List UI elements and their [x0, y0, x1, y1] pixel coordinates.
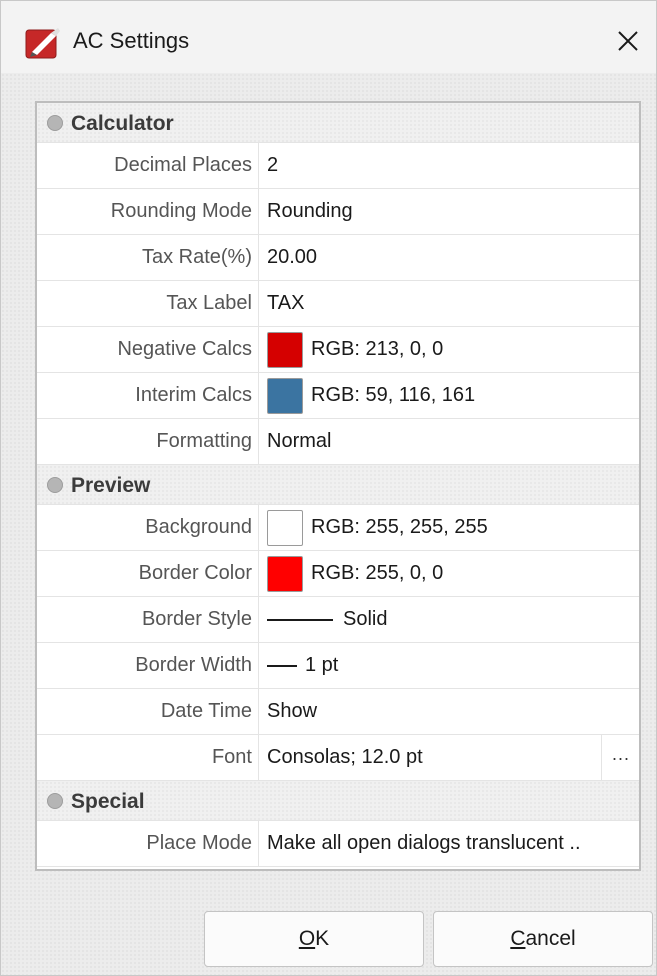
close-icon	[618, 31, 638, 51]
property-name: Border Width	[37, 643, 259, 688]
ok-button[interactable]: OK	[204, 911, 424, 967]
property-row-tax-rate[interactable]: Tax Rate(%) 20.00	[37, 235, 639, 281]
property-name: Background	[37, 505, 259, 550]
ac-settings-dialog: AC Settings Calculator Decimal Places 2 …	[0, 0, 657, 976]
property-value[interactable]: RGB: 59, 116, 161	[267, 373, 639, 418]
property-value[interactable]: Normal	[267, 419, 639, 464]
category-label: Calculator	[71, 112, 174, 135]
property-value[interactable]: RGB: 213, 0, 0	[267, 327, 639, 372]
font-browse-button[interactable]: ···	[601, 735, 639, 781]
color-value-text: RGB: 59, 116, 161	[311, 384, 476, 406]
property-value[interactable]: Make all open dialogs translucent ..	[267, 821, 639, 866]
property-value[interactable]: Rounding	[267, 189, 639, 234]
property-value[interactable]: Solid	[267, 597, 639, 642]
cancel-mnemonic: C	[510, 927, 526, 950]
dialog-body: Calculator Decimal Places 2 Rounding Mod…	[1, 73, 656, 975]
border-style-text: Solid	[343, 608, 388, 630]
property-name: Border Style	[37, 597, 259, 642]
category-label: Special	[71, 790, 145, 813]
property-value[interactable]: 2	[267, 143, 639, 188]
property-name: Tax Label	[37, 281, 259, 326]
property-name: Decimal Places	[37, 143, 259, 188]
border-width-text: 1 pt	[305, 654, 339, 676]
property-name: Tax Rate(%)	[37, 235, 259, 280]
category-collapse-icon[interactable]	[47, 477, 63, 493]
category-label: Preview	[71, 474, 151, 497]
property-row-place-mode[interactable]: Place Mode Make all open dialogs translu…	[37, 821, 639, 867]
dialog-title: AC Settings	[73, 28, 190, 53]
property-value[interactable]: RGB: 255, 255, 255	[267, 505, 639, 550]
pdf-editor-app-icon	[25, 27, 61, 59]
close-button[interactable]	[608, 21, 648, 61]
property-row-interim-calcs[interactable]: Interim Calcs RGB: 59, 116, 161	[37, 373, 639, 419]
property-row-border-style[interactable]: Border Style Solid	[37, 597, 639, 643]
property-grid: Calculator Decimal Places 2 Rounding Mod…	[35, 101, 641, 871]
color-value-text: RGB: 255, 0, 0	[311, 562, 444, 584]
color-value-text: RGB: 213, 0, 0	[311, 338, 444, 360]
ok-label-rest: K	[315, 927, 330, 950]
color-swatch[interactable]	[267, 509, 303, 546]
property-row-formatting[interactable]: Formatting Normal	[37, 419, 639, 465]
property-name: Negative Calcs	[37, 327, 259, 372]
property-row-rounding-mode[interactable]: Rounding Mode Rounding	[37, 189, 639, 235]
property-name: Font	[37, 735, 259, 780]
property-name: Date Time	[37, 689, 259, 734]
width-line-sample	[267, 664, 297, 667]
property-value[interactable]: TAX	[267, 281, 639, 326]
cancel-button-label: Cancel	[510, 927, 575, 951]
cancel-button[interactable]: Cancel	[433, 911, 653, 967]
category-special[interactable]: Special	[37, 781, 639, 821]
property-value[interactable]: 20.00	[267, 235, 639, 280]
property-name: Rounding Mode	[37, 189, 259, 234]
color-value-text: RGB: 255, 255, 255	[311, 516, 488, 538]
cancel-label-rest: ancel	[525, 927, 576, 950]
property-value[interactable]: Show	[267, 689, 639, 734]
title-bar: AC Settings	[1, 1, 656, 73]
property-name: Formatting	[37, 419, 259, 464]
category-calculator[interactable]: Calculator	[37, 103, 639, 143]
property-row-background[interactable]: Background RGB: 255, 255, 255	[37, 505, 639, 551]
category-preview[interactable]: Preview	[37, 465, 639, 505]
property-row-border-color[interactable]: Border Color RGB: 255, 0, 0	[37, 551, 639, 597]
property-row-date-time[interactable]: Date Time Show	[37, 689, 639, 735]
property-row-font[interactable]: Font Consolas; 12.0 pt ···	[37, 735, 639, 781]
property-name: Place Mode	[37, 821, 259, 866]
ok-button-label: OK	[299, 927, 329, 951]
property-row-negative-calcs[interactable]: Negative Calcs RGB: 213, 0, 0	[37, 327, 639, 373]
property-row-border-width[interactable]: Border Width 1 pt	[37, 643, 639, 689]
color-swatch[interactable]	[267, 377, 303, 414]
property-value[interactable]: RGB: 255, 0, 0	[267, 551, 639, 596]
category-collapse-icon[interactable]	[47, 793, 63, 809]
solid-line-sample	[267, 618, 333, 621]
color-swatch[interactable]	[267, 331, 303, 368]
property-name: Border Color	[37, 551, 259, 596]
property-value[interactable]: Consolas; 12.0 pt	[267, 735, 601, 780]
property-value[interactable]: 1 pt	[267, 643, 639, 688]
category-collapse-icon[interactable]	[47, 115, 63, 131]
color-swatch[interactable]	[267, 555, 303, 592]
ok-mnemonic: O	[298, 927, 316, 950]
property-row-tax-label[interactable]: Tax Label TAX	[37, 281, 639, 327]
property-name: Interim Calcs	[37, 373, 259, 418]
property-row-decimal-places[interactable]: Decimal Places 2	[37, 143, 639, 189]
